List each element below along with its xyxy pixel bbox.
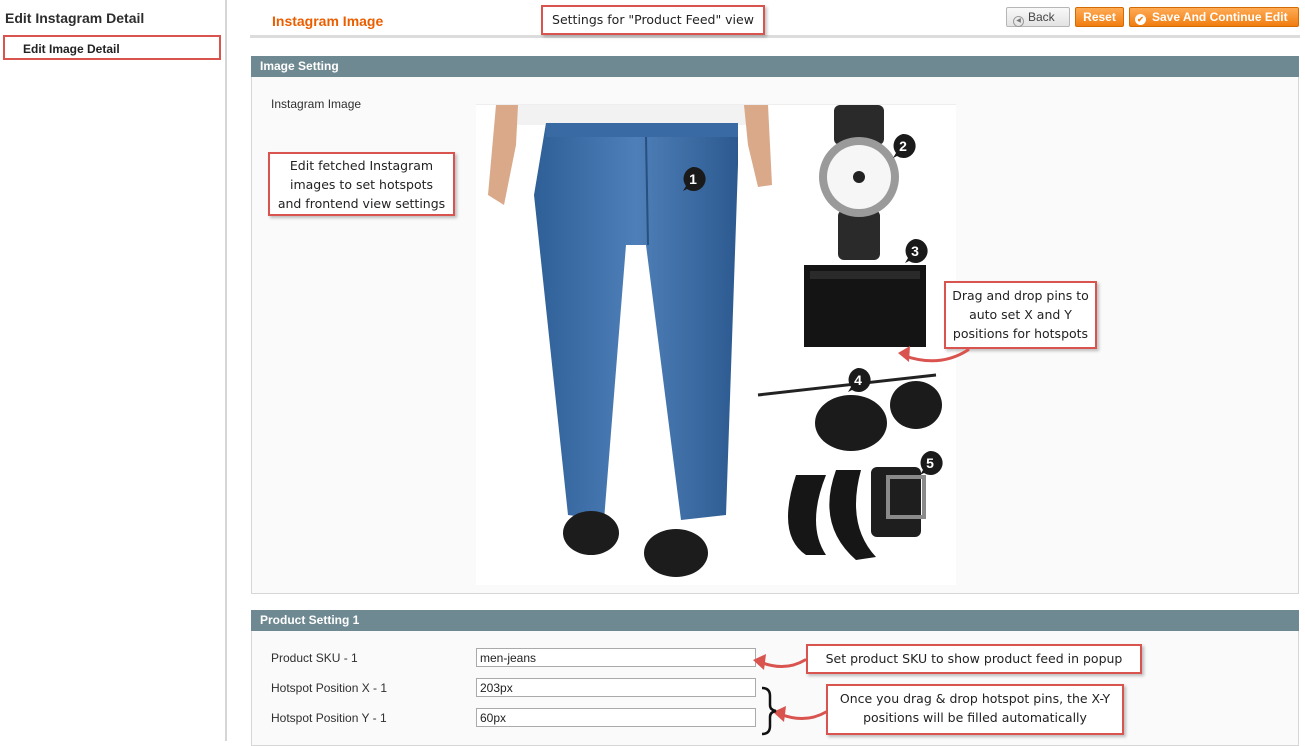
watch-strap-bottom xyxy=(838,210,880,260)
sidebar xyxy=(0,0,227,741)
hotspot-x-input[interactable] xyxy=(476,678,756,697)
product-setting-header: Product Setting 1 xyxy=(251,610,1299,631)
back-button[interactable]: ◀ Back xyxy=(1006,7,1070,27)
product-sku-label: Product SKU - 1 xyxy=(271,651,358,665)
product-image-art xyxy=(488,105,942,577)
left-arm xyxy=(488,105,518,205)
back-arrow-icon: ◀ xyxy=(1013,16,1024,27)
left-shoe xyxy=(563,511,619,555)
hotspot-pin-3[interactable]: 3 xyxy=(902,238,928,264)
callout-edit-images: Edit fetched Instagram images to set hot… xyxy=(268,152,455,216)
product-sku-input[interactable] xyxy=(476,648,756,667)
hotspot-pin-1[interactable]: 1 xyxy=(680,166,706,192)
callout-drag-drop: Drag and drop pins to auto set X and Y p… xyxy=(944,281,1097,349)
check-icon: ✔ xyxy=(1135,14,1146,25)
waistband xyxy=(546,123,738,137)
instagram-image-label: Instagram Image xyxy=(271,97,362,111)
save-continue-label: Save And Continue Edit xyxy=(1152,10,1288,24)
shirt-hem xyxy=(516,105,756,125)
sunglasses-left-lens xyxy=(815,395,887,451)
hotspot-x-label: Hotspot Position X - 1 xyxy=(271,681,388,695)
svg-text:3: 3 xyxy=(911,243,919,259)
page-title: Instagram Image xyxy=(272,13,384,29)
jeans xyxy=(534,123,738,520)
sidebar-title: Edit Instagram Detail xyxy=(5,10,145,26)
belt-roll-2 xyxy=(829,470,876,560)
sunglasses-right-lens xyxy=(890,381,942,429)
hotspot-pin-5[interactable]: 5 xyxy=(917,450,943,476)
hotspot-pin-4[interactable]: 4 xyxy=(845,367,871,393)
hotspot-y-input[interactable] xyxy=(476,708,756,727)
instagram-image-canvas[interactable] xyxy=(476,104,956,585)
callout-product-feed: Settings for "Product Feed" view xyxy=(541,5,765,35)
svg-text:5: 5 xyxy=(926,455,934,471)
title-divider xyxy=(250,35,1300,38)
right-shoe xyxy=(644,529,708,577)
svg-text:2: 2 xyxy=(899,138,907,154)
save-continue-button[interactable]: ✔ Save And Continue Edit xyxy=(1129,7,1299,27)
sidebar-item-edit-image-detail[interactable]: Edit Image Detail xyxy=(3,35,221,60)
callout-auto-fill: Once you drag & drop hotspot pins, the X… xyxy=(826,684,1124,735)
belt-roll-1 xyxy=(788,475,826,555)
reset-button[interactable]: Reset xyxy=(1075,7,1124,27)
hotspot-y-label: Hotspot Position Y - 1 xyxy=(271,711,387,725)
svg-text:4: 4 xyxy=(854,372,862,388)
callout-sku: Set product SKU to show product feed in … xyxy=(806,644,1142,674)
image-setting-header: Image Setting xyxy=(251,56,1299,77)
svg-text:1: 1 xyxy=(689,171,697,187)
right-arm xyxy=(744,105,772,187)
back-button-label: Back xyxy=(1028,10,1055,24)
hotspot-pin-2[interactable]: 2 xyxy=(890,133,916,159)
